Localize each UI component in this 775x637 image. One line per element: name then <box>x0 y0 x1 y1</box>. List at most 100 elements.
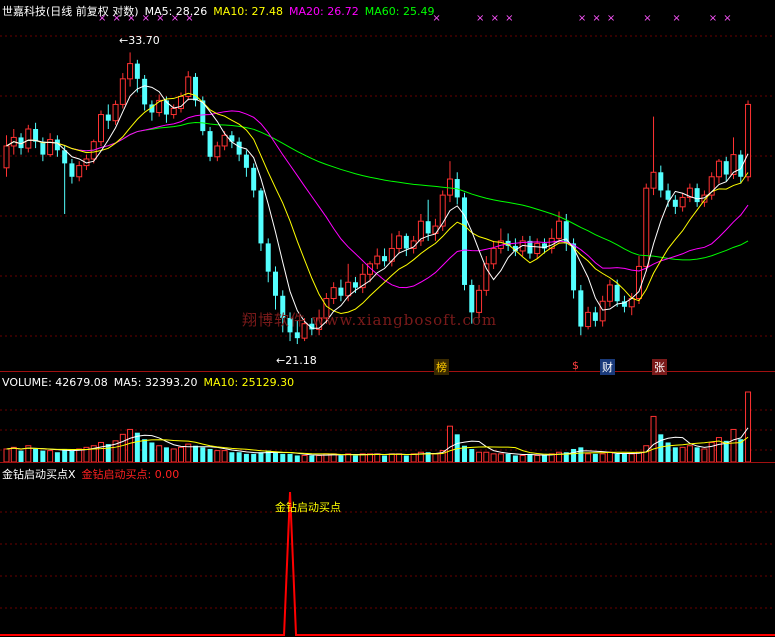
top-marker-icon: × <box>643 13 651 24</box>
candle-body <box>142 78 148 105</box>
candle-body <box>338 287 344 296</box>
volume-bar <box>658 434 664 462</box>
volume-bar <box>410 453 417 463</box>
volume-bar <box>287 453 293 462</box>
candle-body <box>672 199 678 207</box>
volume-bar <box>105 444 111 462</box>
top-marker-icon: × <box>491 13 499 24</box>
volume-bar <box>98 441 105 463</box>
panel-divider-volume-indicator <box>0 462 775 463</box>
candle-body <box>127 63 134 80</box>
indicator-signal-label: 金钻启动买点 <box>275 501 341 514</box>
low-price-value: 21.18 <box>285 354 317 367</box>
top-marker-icon: × <box>476 13 484 24</box>
candle-body <box>265 243 271 272</box>
price-panel-header: 世嘉科技(日线 前复权 对数) MA5: 28.26 MA10: 27.48 MA20… <box>2 3 440 19</box>
event-tag-cai[interactable]: 财 <box>600 359 615 375</box>
candle-body <box>345 281 352 297</box>
ma60-line <box>6 122 749 261</box>
candle-body <box>112 103 119 122</box>
indicator-signal-line <box>0 491 775 636</box>
candle-body <box>527 240 533 254</box>
top-marker-icon: × <box>578 13 586 24</box>
top-marker-icon: × <box>672 13 680 24</box>
volume-bar <box>119 433 126 463</box>
candle-body <box>134 63 140 79</box>
candle-body <box>170 107 177 116</box>
volume-bar <box>62 448 68 462</box>
high-price-value: 33.70 <box>128 34 160 47</box>
candle-body <box>643 187 650 267</box>
ma60-readout: MA60: 25.49 <box>364 5 435 18</box>
candle-body <box>62 150 68 164</box>
candle-body <box>534 242 541 255</box>
candle-body <box>439 194 446 227</box>
event-tag-bang[interactable]: 榜 <box>434 359 449 375</box>
volume-bar <box>272 452 278 462</box>
volume-bar <box>214 450 221 463</box>
candle-body <box>33 129 39 142</box>
candle-body <box>665 190 671 200</box>
volume-bar <box>374 453 381 463</box>
candle-body <box>715 160 722 178</box>
volume-bar <box>476 451 483 463</box>
top-marker-icon: × <box>709 13 717 24</box>
candle-body <box>556 220 563 239</box>
volume-bar <box>193 445 199 462</box>
ma10-readout: MA10: 27.48 <box>213 5 284 18</box>
volume-ma10-readout: MA10: 25129.30 <box>203 376 295 389</box>
volume-bar <box>446 425 453 463</box>
volume-bar <box>76 448 83 463</box>
volume-bar <box>69 450 75 462</box>
candle-body <box>119 78 126 105</box>
candle-body <box>432 225 439 234</box>
volume-bar <box>170 448 177 463</box>
volume-bar <box>490 453 497 463</box>
top-marker-icon: × <box>607 13 615 24</box>
volume-panel-header: VOLUME: 42679.08 MA5: 32393.20 MA10: 25129… <box>2 376 300 389</box>
candle-body <box>207 131 213 157</box>
volume-ma5-readout: MA5: 32393.20 <box>113 376 198 389</box>
candle-body <box>606 284 613 302</box>
volume-bar <box>54 452 60 462</box>
volume-bar <box>469 448 475 462</box>
indicator-name: 金钻启动买点X <box>2 468 76 481</box>
volume-bar <box>229 452 235 462</box>
candle-body <box>69 163 75 177</box>
ma20-readout: MA20: 26.72 <box>289 5 359 18</box>
candle-body <box>425 221 431 234</box>
top-marker-icon: × <box>505 13 513 24</box>
high-price-label: ←33.70 <box>119 34 160 47</box>
volume-bar <box>701 448 708 463</box>
candle-body <box>578 290 584 327</box>
candle-body <box>294 332 300 339</box>
candle-body <box>650 171 657 189</box>
volume-bar <box>3 448 10 463</box>
volume-bar <box>243 453 249 462</box>
candle-body <box>563 221 569 244</box>
volume-bar <box>578 447 584 462</box>
volume-bar <box>10 446 17 463</box>
volume-bar <box>280 453 286 462</box>
candle-body <box>585 311 592 328</box>
candle-body <box>25 128 32 149</box>
volume-bar <box>679 446 686 463</box>
volume-bar <box>163 447 169 462</box>
candle-body <box>374 255 381 265</box>
volume-bar <box>730 428 737 463</box>
candle-body <box>214 145 221 158</box>
event-tag-dollar[interactable]: $ <box>570 359 581 372</box>
candle-body <box>236 141 242 155</box>
candle-body <box>599 300 606 322</box>
volume-bar <box>592 453 598 462</box>
candle-body <box>221 134 228 147</box>
volume-bar <box>672 447 678 462</box>
candle-body <box>258 190 264 244</box>
event-tag-zhang[interactable]: 张 <box>652 359 667 375</box>
candle-body <box>462 197 468 285</box>
indicator-panel-header: 金钻启动买点X 金钻启动买点: 0.00 <box>2 466 185 482</box>
volume-bar <box>621 453 627 462</box>
top-marker-icon: × <box>592 13 600 24</box>
volume-bar <box>40 450 46 462</box>
watermark: 翔博软件 www.xiangbosoft.com <box>242 311 498 329</box>
